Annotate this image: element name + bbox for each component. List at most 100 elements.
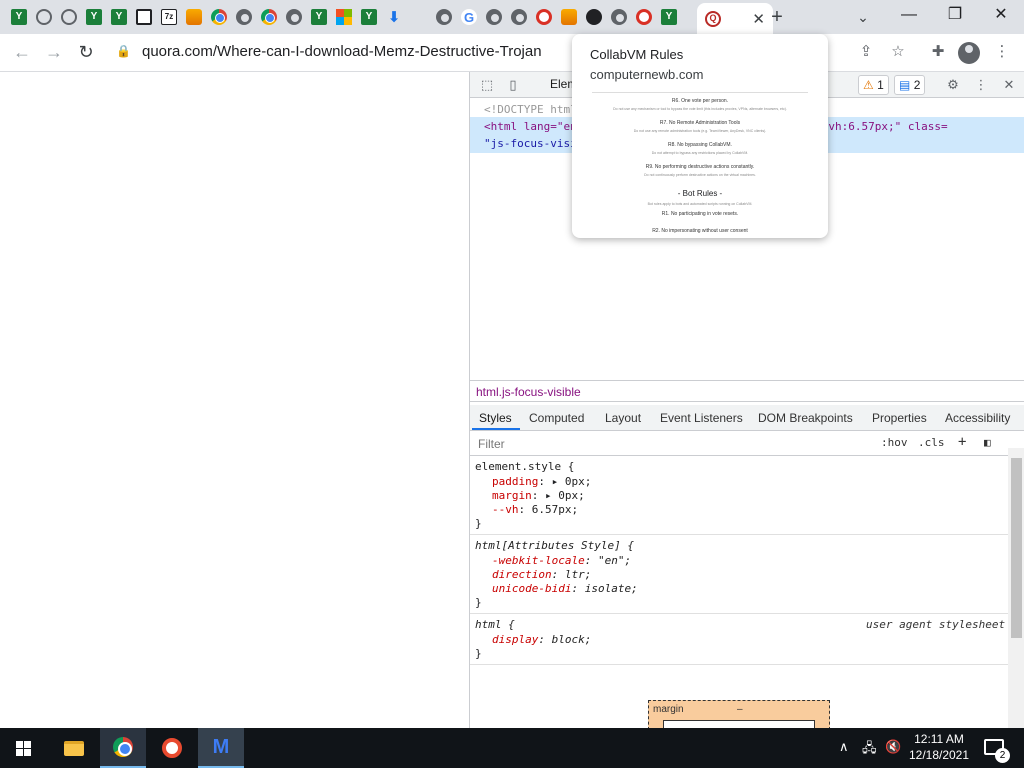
declaration-display[interactable]: display: block;: [492, 633, 591, 646]
page-viewport[interactable]: [0, 72, 469, 728]
declaration-unicode-bidi[interactable]: unicode-bidi: isolate;: [492, 582, 638, 595]
tab-6[interactable]: [133, 5, 155, 29]
box-model-margin-value[interactable]: –: [737, 704, 743, 715]
chrome-menu-icon[interactable]: ⋮: [990, 40, 1014, 64]
inspect-element-icon[interactable]: ⬚: [478, 76, 496, 94]
tab-2[interactable]: [33, 5, 55, 29]
chrome-icon: [211, 9, 227, 25]
back-button[interactable]: ←: [10, 40, 34, 64]
tab-search-button[interactable]: ⌄: [852, 6, 874, 28]
volume-muted-icon[interactable]: 🔇: [885, 739, 901, 755]
hover-card-domain: computernewb.com: [590, 67, 704, 82]
rule-close-brace: }: [475, 517, 482, 530]
tab-dom-breakpoints[interactable]: DOM Breakpoints: [758, 411, 853, 425]
extensions-icon[interactable]: ✚: [926, 40, 950, 64]
tab-20[interactable]: [483, 5, 505, 29]
forward-button[interactable]: →: [42, 40, 66, 64]
windows-taskbar: M ∧ 🖧 🔇 12:11 AM 12/18/2021 2: [0, 728, 1024, 768]
toggle-sidebar-icon[interactable]: ◧: [984, 436, 991, 449]
scrollbar-thumb[interactable]: [1011, 458, 1022, 638]
browser-toolbar: ← → ↻ 🔒 quora.com/Where-can-I-download-M…: [0, 34, 1024, 72]
declaration-direction[interactable]: direction: ltr;: [492, 568, 591, 581]
tab-computed[interactable]: Computed: [529, 411, 584, 425]
download-icon: ⬇: [387, 8, 401, 26]
taskbar-file-explorer[interactable]: [51, 728, 97, 768]
hov-button[interactable]: :hov: [881, 436, 908, 449]
tab-18[interactable]: [433, 5, 455, 29]
tab-5[interactable]: Y: [108, 5, 130, 29]
hover-card-title: CollabVM Rules: [590, 47, 684, 62]
notification-count-badge: 2: [995, 748, 1010, 763]
taskbar-malwarebytes[interactable]: M: [198, 728, 244, 768]
tab-27[interactable]: Y: [658, 5, 680, 29]
tab-16[interactable]: ⬇: [383, 5, 405, 29]
tab-accessibility[interactable]: Accessibility: [945, 411, 1010, 425]
close-tab-icon[interactable]: ✕: [752, 10, 765, 28]
red-swirl-icon: [636, 9, 652, 25]
declaration-vh[interactable]: --vh: 6.57px;: [492, 503, 578, 516]
rule-selector[interactable]: html {: [475, 618, 515, 631]
tab-25[interactable]: [608, 5, 630, 29]
rule-selector[interactable]: html[Attributes Style] {: [475, 539, 634, 552]
preview-text: Do not attempt to bypass any restriction…: [651, 151, 749, 155]
tab-properties[interactable]: Properties: [872, 411, 927, 425]
styles-scrollbar[interactable]: [1008, 448, 1024, 728]
tab-14[interactable]: [333, 5, 355, 29]
network-icon[interactable]: 🖧: [862, 739, 877, 761]
device-toolbar-icon[interactable]: ▯: [504, 76, 522, 94]
tab-styles[interactable]: Styles: [479, 411, 512, 425]
tab-8[interactable]: [183, 5, 205, 29]
tab-active-quora[interactable]: Q ✕: [697, 3, 773, 34]
tab-7[interactable]: 7z: [158, 5, 180, 29]
new-tab-button[interactable]: +: [766, 6, 788, 28]
tab-13[interactable]: Y: [308, 5, 330, 29]
chrome-grey-icon: [236, 9, 252, 25]
tab-24[interactable]: [583, 5, 605, 29]
tab-layout[interactable]: Layout: [605, 411, 641, 425]
new-style-rule-button[interactable]: +: [958, 434, 966, 450]
tab-23[interactable]: [558, 5, 580, 29]
settings-gear-icon[interactable]: ⚙: [944, 76, 962, 94]
start-button[interactable]: [0, 728, 46, 768]
cls-button[interactable]: .cls: [918, 436, 945, 449]
tab-9[interactable]: [208, 5, 230, 29]
devtools-menu-icon[interactable]: ⋮: [972, 76, 990, 94]
warnings-badge[interactable]: ⚠ 1: [858, 75, 889, 95]
tab-21[interactable]: [508, 5, 530, 29]
taskbar-app-red[interactable]: [149, 728, 195, 768]
share-icon[interactable]: ⇪: [854, 40, 878, 64]
breadcrumb-html[interactable]: html.js-focus-visible: [476, 385, 581, 399]
tab-17[interactable]: [408, 5, 430, 29]
reload-button[interactable]: ↻: [74, 40, 98, 64]
tab-event-listeners[interactable]: Event Listeners: [660, 411, 743, 425]
messages-badge[interactable]: ▤ 2: [894, 75, 926, 95]
profile-avatar[interactable]: [958, 42, 980, 64]
preview-text: Do not use any remote administration too…: [633, 129, 767, 133]
tab-4[interactable]: Y: [83, 5, 105, 29]
tab-12[interactable]: [283, 5, 305, 29]
taskbar-chrome[interactable]: [100, 728, 146, 768]
lock-icon[interactable]: 🔒: [116, 44, 131, 62]
close-window-button[interactable]: ✕: [978, 0, 1024, 30]
filter-input[interactable]: Filter: [478, 437, 505, 451]
bookmark-star-icon[interactable]: ☆: [886, 40, 910, 64]
taskbar-clock[interactable]: 12:11 AM 12/18/2021: [908, 731, 970, 763]
tab-15[interactable]: Y: [358, 5, 380, 29]
tab-11[interactable]: [258, 5, 280, 29]
doctype-line[interactable]: <!DOCTYPE html>: [484, 103, 583, 116]
tab-22[interactable]: [533, 5, 555, 29]
tab-10[interactable]: [233, 5, 255, 29]
minimize-button[interactable]: —: [886, 0, 932, 30]
tray-overflow-chevron-icon[interactable]: ∧: [839, 739, 849, 755]
tab-19[interactable]: G: [458, 5, 480, 29]
address-bar[interactable]: quora.com/Where-can-I-download-Memz-Dest…: [142, 43, 542, 60]
tab-3[interactable]: [58, 5, 80, 29]
close-devtools-icon[interactable]: ✕: [1000, 76, 1018, 94]
rule-selector[interactable]: element.style {: [475, 460, 574, 473]
declaration-padding[interactable]: padding: ▸ 0px;: [492, 475, 591, 488]
declaration-margin[interactable]: margin: ▸ 0px;: [492, 489, 585, 502]
declaration-webkit-locale[interactable]: -webkit-locale: "en";: [492, 554, 631, 567]
tab-1[interactable]: Y: [8, 5, 30, 29]
tab-26[interactable]: [633, 5, 655, 29]
restore-button[interactable]: ❐: [932, 0, 978, 30]
